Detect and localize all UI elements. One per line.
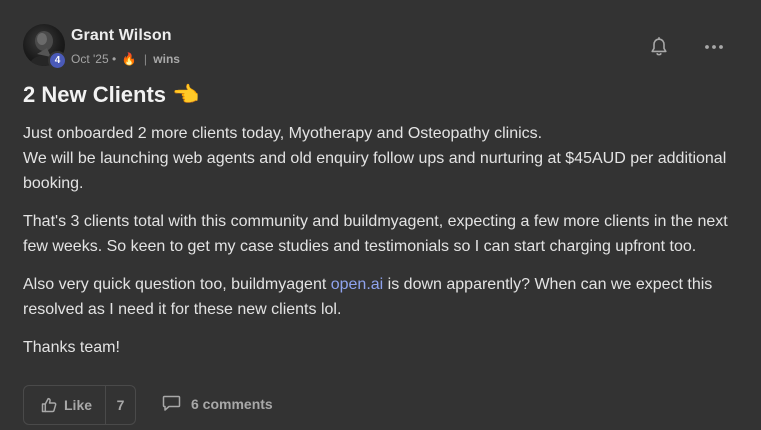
post-meta: Oct '25 • 🔥 | wins [71,51,180,66]
post-date[interactable]: Oct '25 [71,52,109,66]
like-count[interactable]: 7 [106,397,135,413]
post-body: Just onboarded 2 more clients today, Myo… [23,121,738,373]
body-paragraph-3: Also very quick question too, buildmyage… [23,272,738,322]
level-badge: 4 [48,51,67,70]
bell-off-icon[interactable] [650,37,668,57]
like-button[interactable]: Like [24,386,107,424]
more-options-icon[interactable] [704,38,724,56]
category-link[interactable]: wins [153,52,180,66]
body-line: Just onboarded 2 more clients today, Myo… [23,125,543,142]
fire-icon: 🔥 [121,51,137,66]
like-label: Like [64,397,93,413]
open-ai-link[interactable]: open.ai [331,276,384,293]
comments-count: 6 comments [191,395,273,412]
body-paragraph-2: That's 3 clients total with this communi… [23,213,728,255]
post-card: 4 Grant Wilson Oct '25 • 🔥 | wins 2 New … [0,0,761,430]
body-paragraph-1: Just onboarded 2 more clients today, Myo… [23,121,738,196]
meta-bullet: • [111,51,117,66]
post-title-text: 2 New Clients [23,82,167,107]
like-group: Like 7 [23,385,136,425]
post-title: 2 New Clients 👈 [23,82,199,108]
pointing-hand-icon: 👈 [172,82,200,107]
body-line: We will be launching web agents and old … [23,150,727,192]
meta-separator: | [143,51,147,66]
body-paragraph-4: Thanks team! [23,339,120,356]
post-header: 4 Grant Wilson Oct '25 • 🔥 | wins [23,24,738,70]
author-name[interactable]: Grant Wilson [71,27,172,45]
comments-button[interactable]: 6 comments [162,395,273,412]
comment-icon [162,395,181,411]
thumbs-up-icon [41,397,57,413]
body-text: Also very quick question too, buildmyage… [23,276,331,293]
